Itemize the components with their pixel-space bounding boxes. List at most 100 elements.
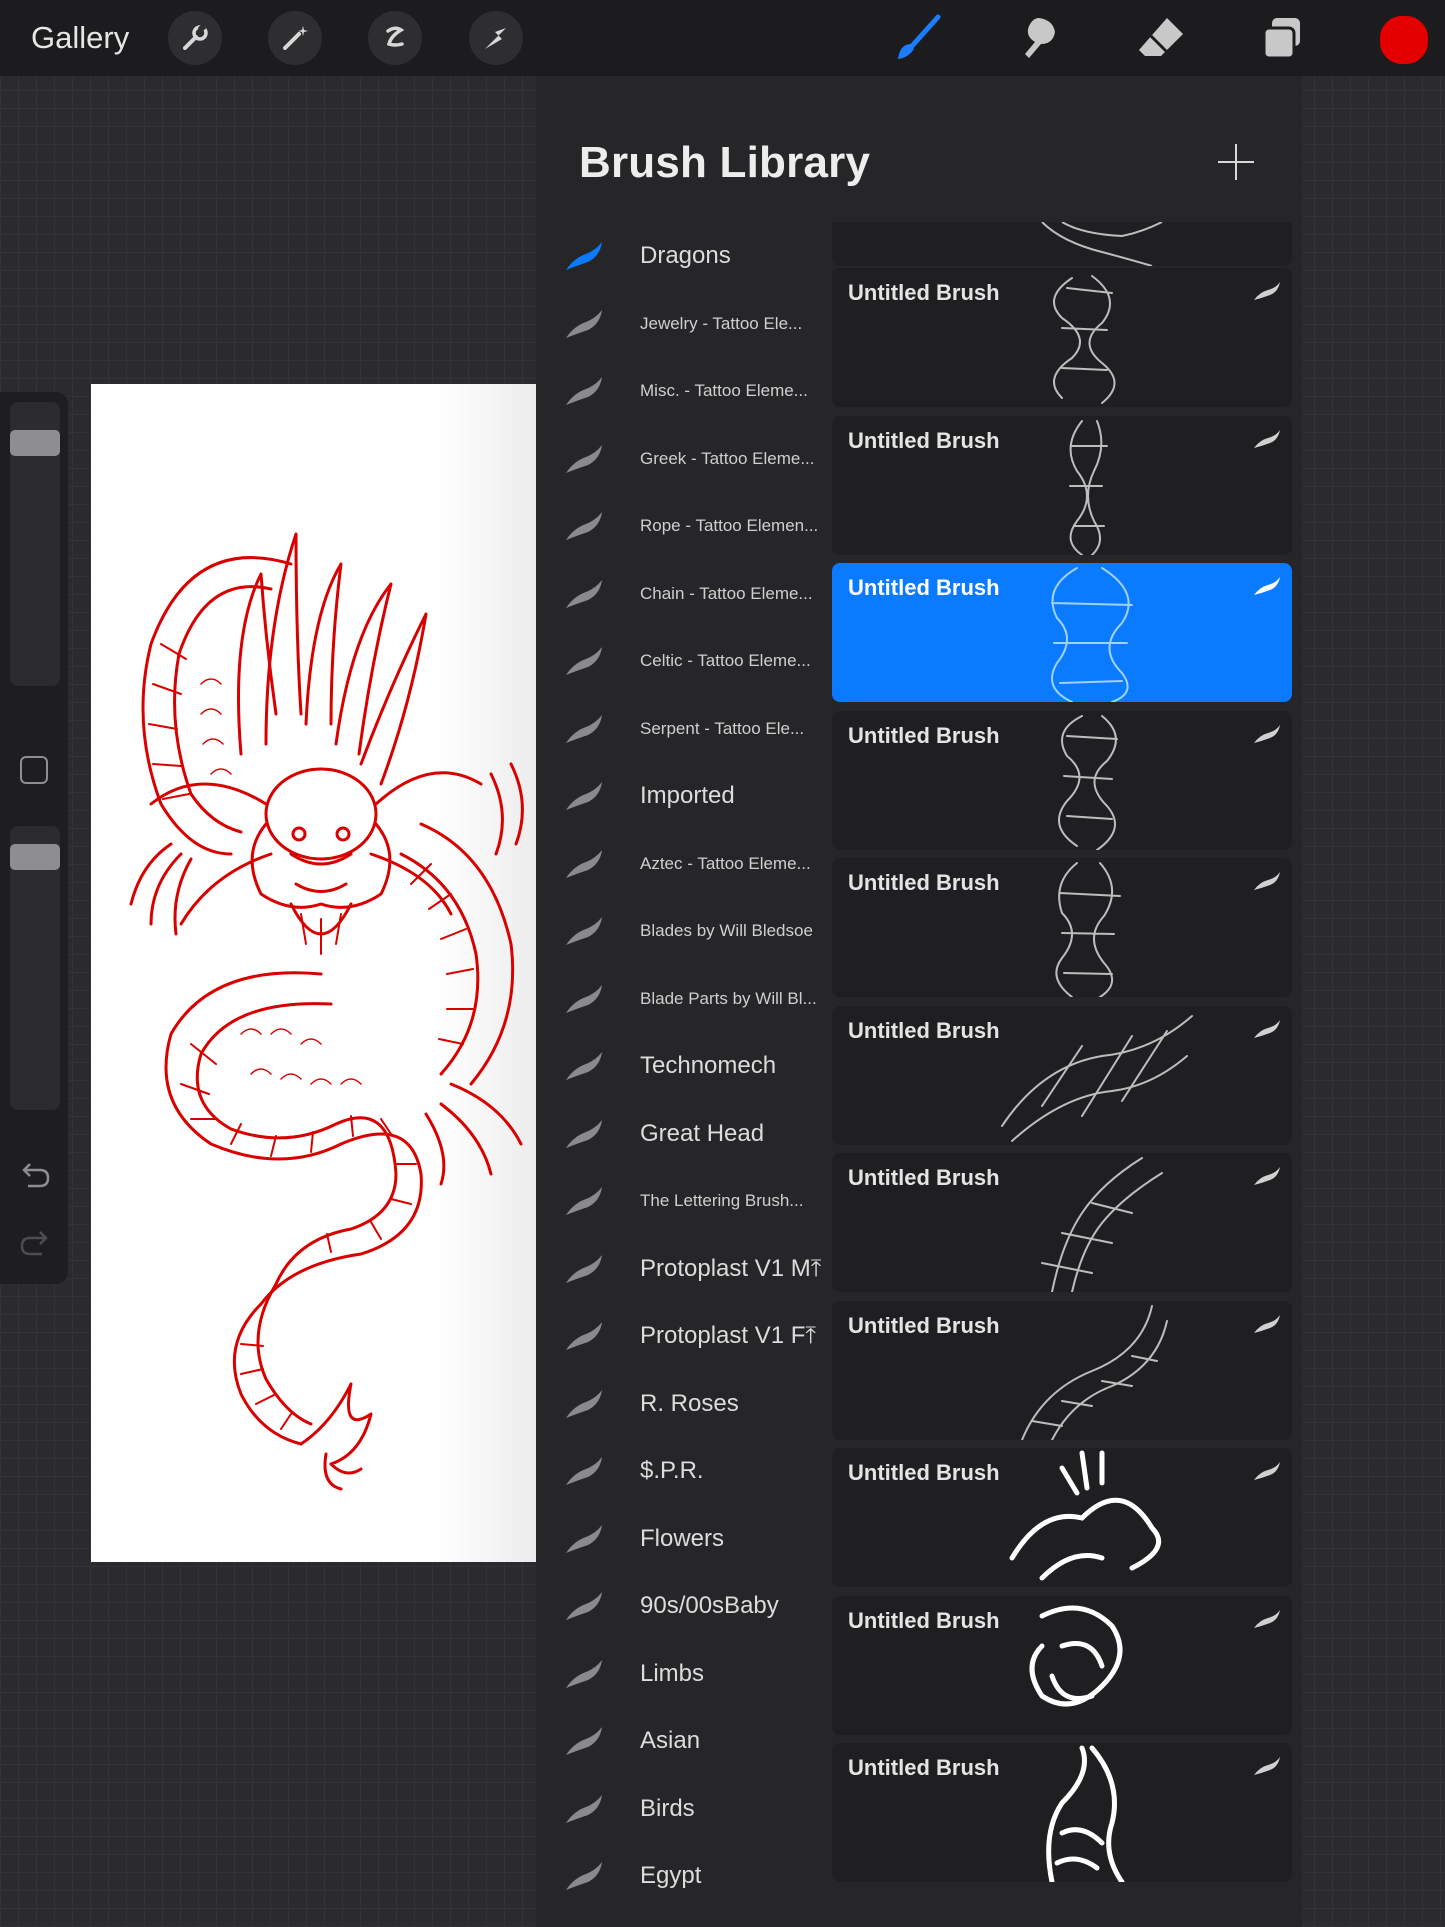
brush-preview bbox=[1009, 1450, 1162, 1581]
eraser-icon bbox=[1139, 18, 1183, 56]
brush-set-stroke-icon bbox=[566, 512, 602, 540]
brush-set-item[interactable]: Blade Parts by Will Bl... bbox=[536, 965, 826, 1032]
brush-set-stroke-icon bbox=[566, 444, 602, 473]
brush-name: Untitled Brush bbox=[848, 1312, 1000, 1338]
brush-stroke-icon bbox=[1254, 1167, 1280, 1185]
brush-set-item[interactable]: Limbs bbox=[536, 1640, 826, 1707]
brush-set-label: Misc. - Tattoo Eleme... bbox=[640, 381, 808, 400]
brush-stroke-icon bbox=[1254, 872, 1280, 890]
brush-set-item[interactable]: Celtic - Tattoo Eleme... bbox=[536, 627, 826, 694]
brush-set-stroke-icon bbox=[566, 1052, 602, 1080]
brush-set-stroke-icon bbox=[566, 1187, 602, 1215]
brush-card[interactable]: Untitled Brush bbox=[832, 1448, 1292, 1587]
brush-set-item[interactable]: Chain - Tattoo Eleme... bbox=[536, 560, 826, 627]
brush-set-item[interactable]: Great Head bbox=[536, 1100, 826, 1167]
brush-set-item[interactable]: R. Roses bbox=[536, 1370, 826, 1437]
brush-card[interactable]: Untitled Brush bbox=[832, 1153, 1292, 1292]
brush-card[interactable]: Untitled Brush bbox=[832, 415, 1292, 555]
brush-set-item[interactable]: Flowers bbox=[536, 1505, 826, 1572]
brush-size-slider[interactable] bbox=[10, 402, 60, 686]
brush-preview bbox=[1041, 1157, 1163, 1292]
brush-set-label: $.P.R. bbox=[640, 1457, 704, 1484]
opacity-thumb[interactable] bbox=[10, 844, 60, 870]
brush-preview bbox=[1055, 862, 1121, 997]
brush-set-item[interactable]: Birds bbox=[536, 1775, 826, 1842]
brush-set-item[interactable]: Asian bbox=[536, 1707, 826, 1774]
plus-icon[interactable] bbox=[1216, 142, 1256, 182]
brush-card[interactable]: Untitled Brush bbox=[832, 1743, 1292, 1882]
brush-tool-button[interactable] bbox=[892, 12, 944, 64]
brush-set-item[interactable]: Greek - Tattoo Eleme... bbox=[536, 425, 826, 492]
brush-set-stroke-icon bbox=[566, 579, 602, 608]
color-picker-button[interactable] bbox=[1378, 14, 1430, 66]
brush-card-partial[interactable] bbox=[832, 222, 1292, 266]
selection-button[interactable] bbox=[368, 11, 422, 65]
brush-preview bbox=[1058, 714, 1118, 850]
drawing-canvas[interactable] bbox=[91, 384, 536, 1562]
brush-name: Untitled Brush bbox=[848, 870, 1000, 895]
brush-set-label: Chain - Tattoo Eleme... bbox=[640, 583, 813, 603]
brush-card[interactable]: Untitled Brush bbox=[832, 268, 1292, 407]
left-sidebar bbox=[0, 392, 68, 1284]
brush-set-stroke-icon bbox=[566, 1592, 602, 1620]
brush-card[interactable]: Untitled Brush bbox=[832, 1595, 1292, 1735]
redo-icon[interactable] bbox=[18, 1230, 52, 1260]
brush-card[interactable]: Untitled Brush bbox=[832, 710, 1292, 850]
brush-card[interactable]: Untitled Brush bbox=[832, 858, 1292, 997]
brush-set-item[interactable]: Blades by Will Bledsoe bbox=[536, 897, 826, 964]
brush-set-item[interactable]: Aztec - Tattoo Eleme... bbox=[536, 830, 826, 897]
brush-set-item[interactable]: Imported bbox=[536, 762, 826, 829]
brush-set-item[interactable]: Rope - Tattoo Elemen... bbox=[536, 492, 826, 559]
brush-set-label: Great Head bbox=[640, 1119, 765, 1147]
brush-preview bbox=[1001, 1014, 1193, 1142]
adjustments-button[interactable] bbox=[268, 11, 322, 65]
brush-set-stroke-icon bbox=[566, 917, 602, 945]
modify-button[interactable] bbox=[20, 756, 48, 784]
brush-set-stroke-icon bbox=[566, 849, 602, 878]
brush-preview bbox=[1029, 1605, 1123, 1706]
brush-preview bbox=[1041, 222, 1163, 266]
brush-set-label: Blades by Will Bledsoe bbox=[640, 921, 813, 940]
brush-card-selected[interactable]: Untitled Brush bbox=[832, 563, 1292, 702]
actions-button[interactable] bbox=[168, 11, 222, 65]
brush-set-label: Egypt bbox=[640, 1862, 702, 1889]
brush-set-stroke-icon bbox=[566, 782, 602, 810]
opacity-slider[interactable] bbox=[10, 826, 60, 1110]
dragon-artwork bbox=[129, 532, 524, 1491]
brush-set-item[interactable]: Dragons bbox=[536, 222, 826, 289]
brush-set-stroke-icon bbox=[566, 647, 602, 675]
brush-set-item[interactable]: $.P.R. bbox=[536, 1437, 826, 1504]
undo-icon[interactable] bbox=[18, 1162, 52, 1192]
gallery-button[interactable]: Gallery bbox=[31, 20, 129, 56]
brush-card[interactable]: Untitled Brush bbox=[832, 1005, 1292, 1145]
smudge-tool-button[interactable] bbox=[1013, 12, 1065, 64]
brush-size-thumb[interactable] bbox=[10, 430, 60, 456]
brush-set-label: Imported bbox=[640, 782, 735, 809]
brush-set-label: Dragons bbox=[640, 242, 731, 269]
eraser-tool-button[interactable] bbox=[1135, 12, 1187, 64]
brush-set-item[interactable]: Egypt bbox=[536, 1842, 826, 1909]
brush-set-item[interactable]: Jewelry - Tattoo Ele... bbox=[536, 290, 826, 357]
brush-set-item[interactable]: Misc. - Tattoo Eleme... bbox=[536, 357, 826, 424]
brush-card[interactable]: Untitled Brush bbox=[832, 1300, 1292, 1440]
top-toolbar: Gallery bbox=[0, 0, 1445, 76]
brush-set-item[interactable]: Serpent - Tattoo Ele... bbox=[536, 695, 826, 762]
brush-preview bbox=[1051, 567, 1133, 702]
brush-name: Untitled Brush bbox=[848, 575, 1000, 600]
layers-button[interactable] bbox=[1256, 12, 1308, 64]
brush-name: Untitled Brush bbox=[848, 1755, 1000, 1780]
brush-set-label: Blade Parts by Will Bl... bbox=[640, 988, 817, 1008]
brush-set-item[interactable]: Protoplast V1 F⤒ bbox=[536, 1302, 826, 1369]
brush-set-stroke-icon bbox=[566, 242, 602, 270]
brush-set-item[interactable]: Protoplast V1 M⤒ bbox=[536, 1235, 826, 1302]
brush-set-item[interactable]: The Lettering Brush... bbox=[536, 1167, 826, 1234]
brush-set-stroke-icon bbox=[566, 1457, 602, 1485]
brush-set-label: Rope - Tattoo Elemen... bbox=[640, 516, 819, 535]
brush-set-label: Limbs bbox=[640, 1659, 705, 1687]
transform-button[interactable] bbox=[469, 11, 523, 65]
brush-set-label: Celtic - Tattoo Eleme... bbox=[640, 651, 811, 670]
brush-set-item[interactable]: 90s/00sBaby bbox=[536, 1572, 826, 1639]
brush-preview bbox=[1069, 419, 1108, 555]
brush-set-label: R. Roses bbox=[640, 1389, 739, 1417]
brush-set-item[interactable]: Technomech bbox=[536, 1032, 826, 1099]
